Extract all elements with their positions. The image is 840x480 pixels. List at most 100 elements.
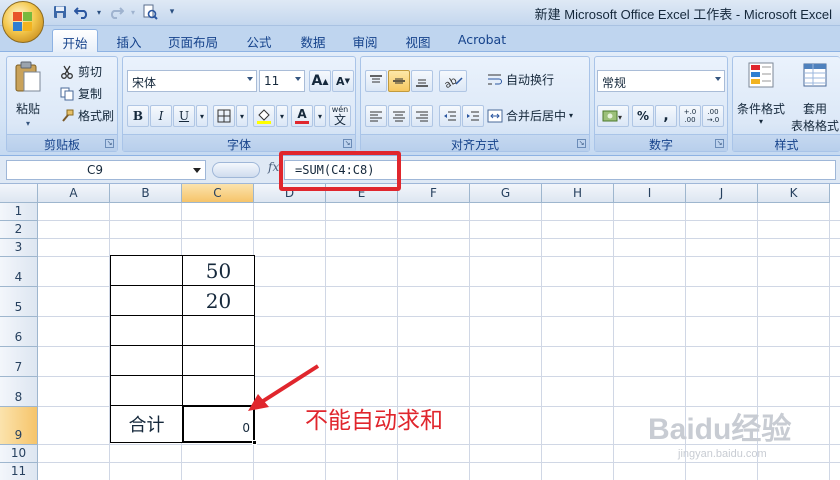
accounting-format-button[interactable]: ▾ — [597, 105, 629, 127]
save-icon[interactable] — [52, 4, 68, 20]
tab-insert[interactable]: 插入 — [108, 29, 150, 52]
borders-button[interactable] — [213, 105, 235, 127]
styles-group-label: 样式 — [733, 134, 840, 152]
increase-decimal-button[interactable]: +.0 .00 — [679, 105, 701, 127]
cell-C6[interactable] — [182, 315, 255, 346]
cut-label: 剪切 — [78, 65, 103, 79]
tab-acrobat[interactable]: Acrobat — [452, 29, 512, 52]
row-header-9[interactable]: 9 — [0, 407, 38, 445]
orientation-button[interactable]: ab — [439, 70, 467, 92]
formula-bar-splitter[interactable] — [212, 162, 260, 178]
align-right-button[interactable] — [411, 105, 433, 127]
copy-button[interactable]: 复制 — [59, 85, 102, 102]
font-name-select[interactable]: 宋体 — [127, 70, 257, 92]
font-size-select[interactable]: 11 — [259, 70, 305, 92]
fill-color-dropdown-icon[interactable]: ▾ — [276, 105, 288, 127]
tab-data[interactable]: 数据 — [292, 29, 334, 52]
cell-B6[interactable] — [110, 315, 183, 346]
percent-style-button[interactable]: % — [632, 105, 654, 127]
office-button[interactable] — [2, 1, 44, 43]
phonetic-char: 文 — [333, 113, 346, 127]
row-header-11[interactable]: 11 — [0, 463, 38, 480]
fill-handle[interactable] — [252, 440, 257, 445]
underline-button[interactable]: U — [173, 105, 195, 127]
align-bottom-button[interactable] — [411, 70, 433, 92]
cell-B8[interactable] — [110, 375, 183, 406]
column-header-G[interactable]: G — [470, 184, 542, 203]
row-header-3[interactable]: 3 — [0, 239, 38, 257]
row-header-7[interactable]: 7 — [0, 347, 38, 377]
align-left-button[interactable] — [365, 105, 387, 127]
bold-button[interactable]: B — [127, 105, 149, 127]
row-header-8[interactable]: 8 — [0, 377, 38, 407]
undo-icon[interactable] — [74, 4, 90, 20]
row-header-10[interactable]: 10 — [0, 445, 38, 463]
italic-button[interactable]: I — [150, 105, 172, 127]
cell-C4[interactable]: 50 — [182, 255, 255, 286]
cell-B4[interactable] — [110, 255, 183, 286]
cut-button[interactable]: 剪切 — [59, 63, 102, 80]
select-all-corner[interactable] — [0, 184, 38, 203]
increase-indent-button[interactable] — [462, 105, 484, 127]
number-launcher-icon[interactable]: ↘ — [715, 139, 724, 148]
print-preview-icon[interactable] — [142, 4, 158, 20]
row-header-1[interactable]: 1 — [0, 203, 38, 221]
row-gridline — [38, 220, 840, 221]
paste-button[interactable]: 粘贴 ▾ — [13, 61, 43, 128]
format-painter-button[interactable]: 格式刷 — [59, 107, 114, 124]
comma-style-button[interactable]: , — [655, 105, 677, 127]
grow-font-button[interactable]: A ▲ — [309, 70, 331, 92]
merge-center-button[interactable]: 合并后居中 ▾ — [487, 107, 573, 124]
tab-formulas[interactable]: 公式 — [238, 29, 280, 52]
fill-color-button[interactable] — [253, 105, 275, 127]
tab-home[interactable]: 开始 — [52, 29, 98, 52]
column-header-F[interactable]: F — [398, 184, 470, 203]
underline-dropdown-icon[interactable]: ▾ — [196, 105, 208, 127]
cell-B9[interactable]: 合计 — [110, 405, 183, 443]
insert-function-icon[interactable]: fx — [268, 160, 279, 174]
alignment-launcher-icon[interactable]: ↘ — [577, 139, 586, 148]
column-header-B[interactable]: B — [110, 184, 182, 203]
row-header-2[interactable]: 2 — [0, 221, 38, 239]
number-format-select[interactable]: 常规 — [597, 70, 725, 92]
customize-qat-icon[interactable]: ▾ — [164, 4, 180, 20]
conditional-formatting-button[interactable]: 条件格式 ▾ — [737, 61, 785, 126]
tab-review[interactable]: 审阅 — [344, 29, 386, 52]
clipboard-launcher-icon[interactable]: ↘ — [105, 139, 114, 148]
column-header-A[interactable]: A — [38, 184, 110, 203]
borders-dropdown-icon[interactable]: ▾ — [236, 105, 248, 127]
redo-dropdown-icon[interactable]: ▾ — [130, 4, 136, 20]
column-header-C[interactable]: C — [182, 184, 254, 203]
wrap-text-button[interactable]: 自动换行 — [487, 71, 554, 88]
font-color-swatch — [295, 121, 309, 124]
tab-page-layout[interactable]: 页面布局 — [162, 29, 224, 52]
font-color-button[interactable]: A — [291, 105, 313, 127]
undo-dropdown-icon[interactable]: ▾ — [96, 4, 102, 20]
font-color-dropdown-icon[interactable]: ▾ — [314, 105, 326, 127]
shrink-font-button[interactable]: A ▼ — [332, 70, 354, 92]
decrease-indent-button[interactable] — [439, 105, 461, 127]
redo-icon[interactable] — [108, 4, 124, 20]
name-box[interactable]: C9 — [6, 160, 206, 180]
column-header-I[interactable]: I — [614, 184, 686, 203]
svg-text:ab: ab — [443, 75, 459, 88]
row-header-4[interactable]: 4 — [0, 257, 38, 287]
column-header-K[interactable]: K — [758, 184, 830, 203]
row-header-6[interactable]: 6 — [0, 317, 38, 347]
align-middle-button[interactable] — [388, 70, 410, 92]
column-header-H[interactable]: H — [542, 184, 614, 203]
column-header-J[interactable]: J — [686, 184, 758, 203]
align-center-button[interactable] — [388, 105, 410, 127]
tab-view[interactable]: 视图 — [397, 29, 439, 52]
row-gridline — [38, 462, 840, 463]
cell-C5[interactable]: 20 — [182, 285, 255, 316]
cell-B7[interactable] — [110, 345, 183, 376]
align-top-button[interactable] — [365, 70, 387, 92]
phonetic-button[interactable]: wén 文 — [329, 105, 351, 127]
formula-highlight-box — [279, 151, 401, 191]
font-launcher-icon[interactable]: ↘ — [343, 139, 352, 148]
decrease-decimal-button[interactable]: .00 →.0 — [702, 105, 724, 127]
cell-B5[interactable] — [110, 285, 183, 316]
format-as-table-button[interactable]: 套用 表格格式 — [791, 61, 839, 134]
row-header-5[interactable]: 5 — [0, 287, 38, 317]
